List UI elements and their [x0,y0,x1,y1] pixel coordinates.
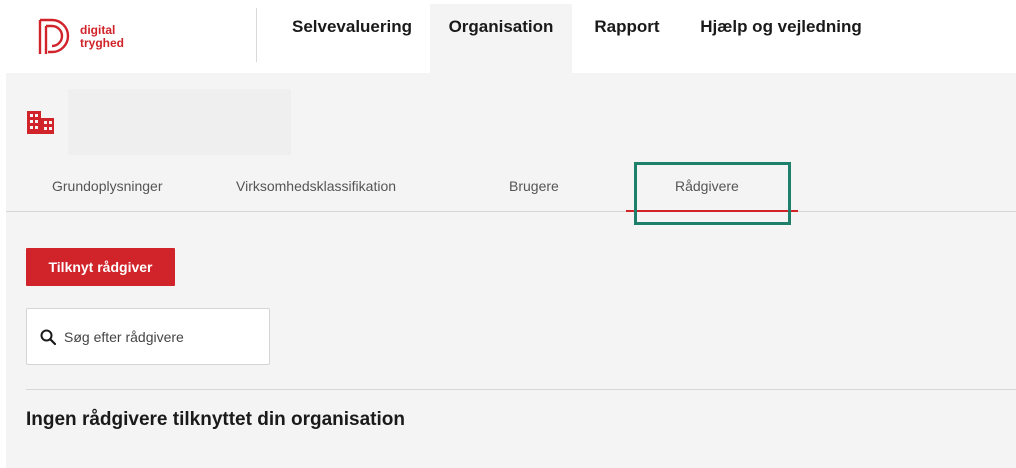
empty-state-message: Ingen rådgivere tilknyttet din organisat… [26,409,405,430]
tab-virksomhedsklassifikation[interactable]: Virksomhedsklassifikation [236,178,396,194]
logo-mark-icon [38,18,70,54]
nav-item-selvevaluering[interactable]: Selvevaluering [290,4,414,73]
building-icon [27,111,54,134]
search-input[interactable] [64,328,264,345]
tab-brugere[interactable]: Brugere [509,178,559,194]
brand-line-2: tryghed [80,36,125,50]
tab-grundoplysninger[interactable]: Grundoplysninger [52,178,163,194]
nav-divider [256,8,257,62]
organisation-content: Grundoplysninger Virksomhedsklassifikati… [6,73,1016,468]
search-icon [40,329,56,345]
nav-item-hjaelp[interactable]: Hjælp og vejledning [697,4,865,73]
brand-logo[interactable]: digital tryghed [38,15,158,59]
section-divider [26,389,1016,390]
highlight-annotation [634,162,791,225]
organisation-name [68,89,291,155]
nav-item-rapport[interactable]: Rapport [592,4,662,73]
organisation-tabs: Grundoplysninger Virksomhedsklassifikati… [6,168,1016,212]
advisor-search[interactable] [26,308,270,365]
brand-name: digital tryghed [80,24,124,50]
add-advisor-button[interactable]: Tilknyt rådgiver [26,248,175,286]
nav-item-organisation[interactable]: Organisation [430,4,572,73]
top-navigation: digital tryghed Selvevaluering Organisat… [0,0,1016,73]
